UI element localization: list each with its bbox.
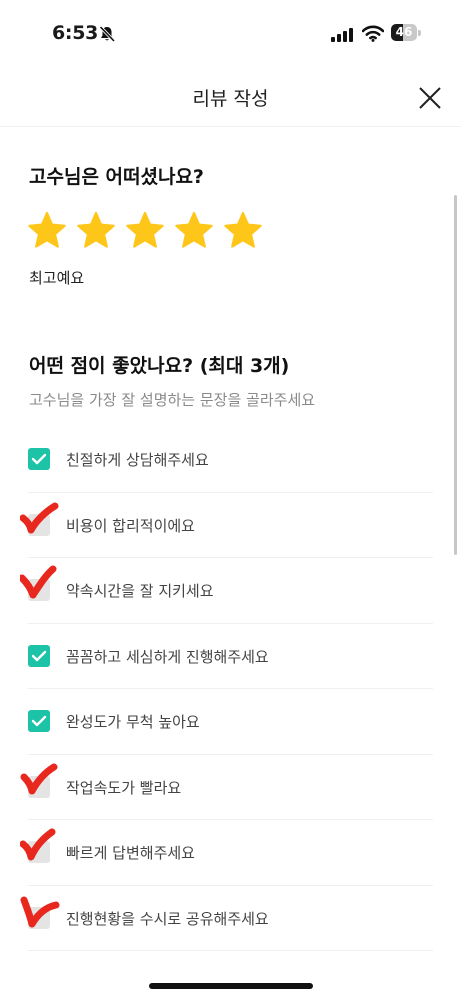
checkmark-icon bbox=[31, 453, 47, 465]
star-icon-4[interactable] bbox=[175, 211, 213, 249]
star-icon-1[interactable] bbox=[28, 211, 66, 249]
home-indicator bbox=[149, 983, 313, 989]
option-item[interactable]: 작업속도가 빨라요 bbox=[20, 755, 433, 820]
option-item[interactable]: 꼼꼼하고 세심하게 진행해주세요 bbox=[28, 624, 433, 689]
option-label: 꼼꼼하고 세심하게 진행해주세요 bbox=[66, 647, 269, 666]
option-checkbox[interactable] bbox=[28, 513, 50, 536]
option-checkbox[interactable] bbox=[28, 579, 50, 601]
rating-question: 고수님은 어떠셨나요? bbox=[29, 166, 204, 188]
option-item[interactable]: 약속시간을 잘 지키세요 bbox=[20, 558, 433, 624]
option-label: 비용이 합리적이에요 bbox=[66, 516, 195, 535]
star-icon-5[interactable] bbox=[224, 211, 262, 249]
star-icon-3[interactable] bbox=[126, 211, 164, 249]
scrollbar-thumb[interactable] bbox=[454, 195, 457, 555]
star-rating[interactable] bbox=[28, 211, 273, 249]
star-icon-2[interactable] bbox=[77, 211, 115, 249]
status-time: 6:53 bbox=[52, 22, 99, 44]
option-label: 진행현황을 수시로 공유해주세요 bbox=[66, 909, 269, 928]
option-label: 약속시간을 잘 지키세요 bbox=[66, 582, 214, 600]
option-item[interactable]: 비용이 합리적이에요 bbox=[20, 493, 433, 558]
close-icon bbox=[419, 87, 441, 109]
nav-bar: 리뷰 작성 bbox=[0, 62, 461, 127]
battery-level: 46 bbox=[395, 25, 413, 39]
rating-caption: 최고예요 bbox=[29, 269, 85, 287]
option-item[interactable]: 빠르게 답변해주세요 bbox=[20, 820, 433, 886]
option-label: 작업속도가 빨라요 bbox=[66, 778, 182, 797]
option-label: 완성도가 무척 높아요 bbox=[66, 713, 200, 731]
option-label: 빠르게 답변해주세요 bbox=[66, 844, 195, 862]
option-item[interactable]: 완성도가 무척 높아요 bbox=[28, 689, 433, 755]
checkmark-icon bbox=[31, 650, 47, 661]
option-checkbox[interactable] bbox=[28, 644, 50, 667]
option-item[interactable]: 친절하게 상담해주세요 bbox=[28, 427, 433, 493]
checkmark-icon bbox=[31, 715, 47, 727]
close-button[interactable] bbox=[415, 83, 445, 113]
page-title: 리뷰 작성 bbox=[192, 88, 269, 110]
battery-indicator: 46 bbox=[391, 24, 421, 43]
bell-slash-icon bbox=[98, 25, 116, 47]
option-checkbox[interactable] bbox=[28, 775, 50, 798]
strengths-heading: 어떤 점이 좋았나요? (최대 3개) bbox=[29, 355, 290, 377]
option-item[interactable]: 진행현황을 수시로 공유해주세요 bbox=[20, 886, 433, 951]
option-checkbox[interactable] bbox=[28, 841, 50, 863]
strengths-subheading: 고수님을 가장 잘 설명하는 문장을 골라주세요 bbox=[29, 391, 316, 409]
cellular-signal-icon bbox=[331, 27, 353, 46]
wifi-icon bbox=[361, 25, 385, 46]
option-checkbox[interactable] bbox=[28, 710, 50, 732]
option-checkbox[interactable] bbox=[28, 906, 50, 929]
option-label: 친절하게 상담해주세요 bbox=[66, 451, 209, 469]
strengths-option-list: 친절하게 상담해주세요비용이 합리적이에요약속시간을 잘 지키세요꼼꼼하고 세심… bbox=[20, 427, 433, 951]
option-checkbox[interactable] bbox=[28, 448, 50, 470]
status-bar: 6:53 46 bbox=[0, 0, 461, 62]
